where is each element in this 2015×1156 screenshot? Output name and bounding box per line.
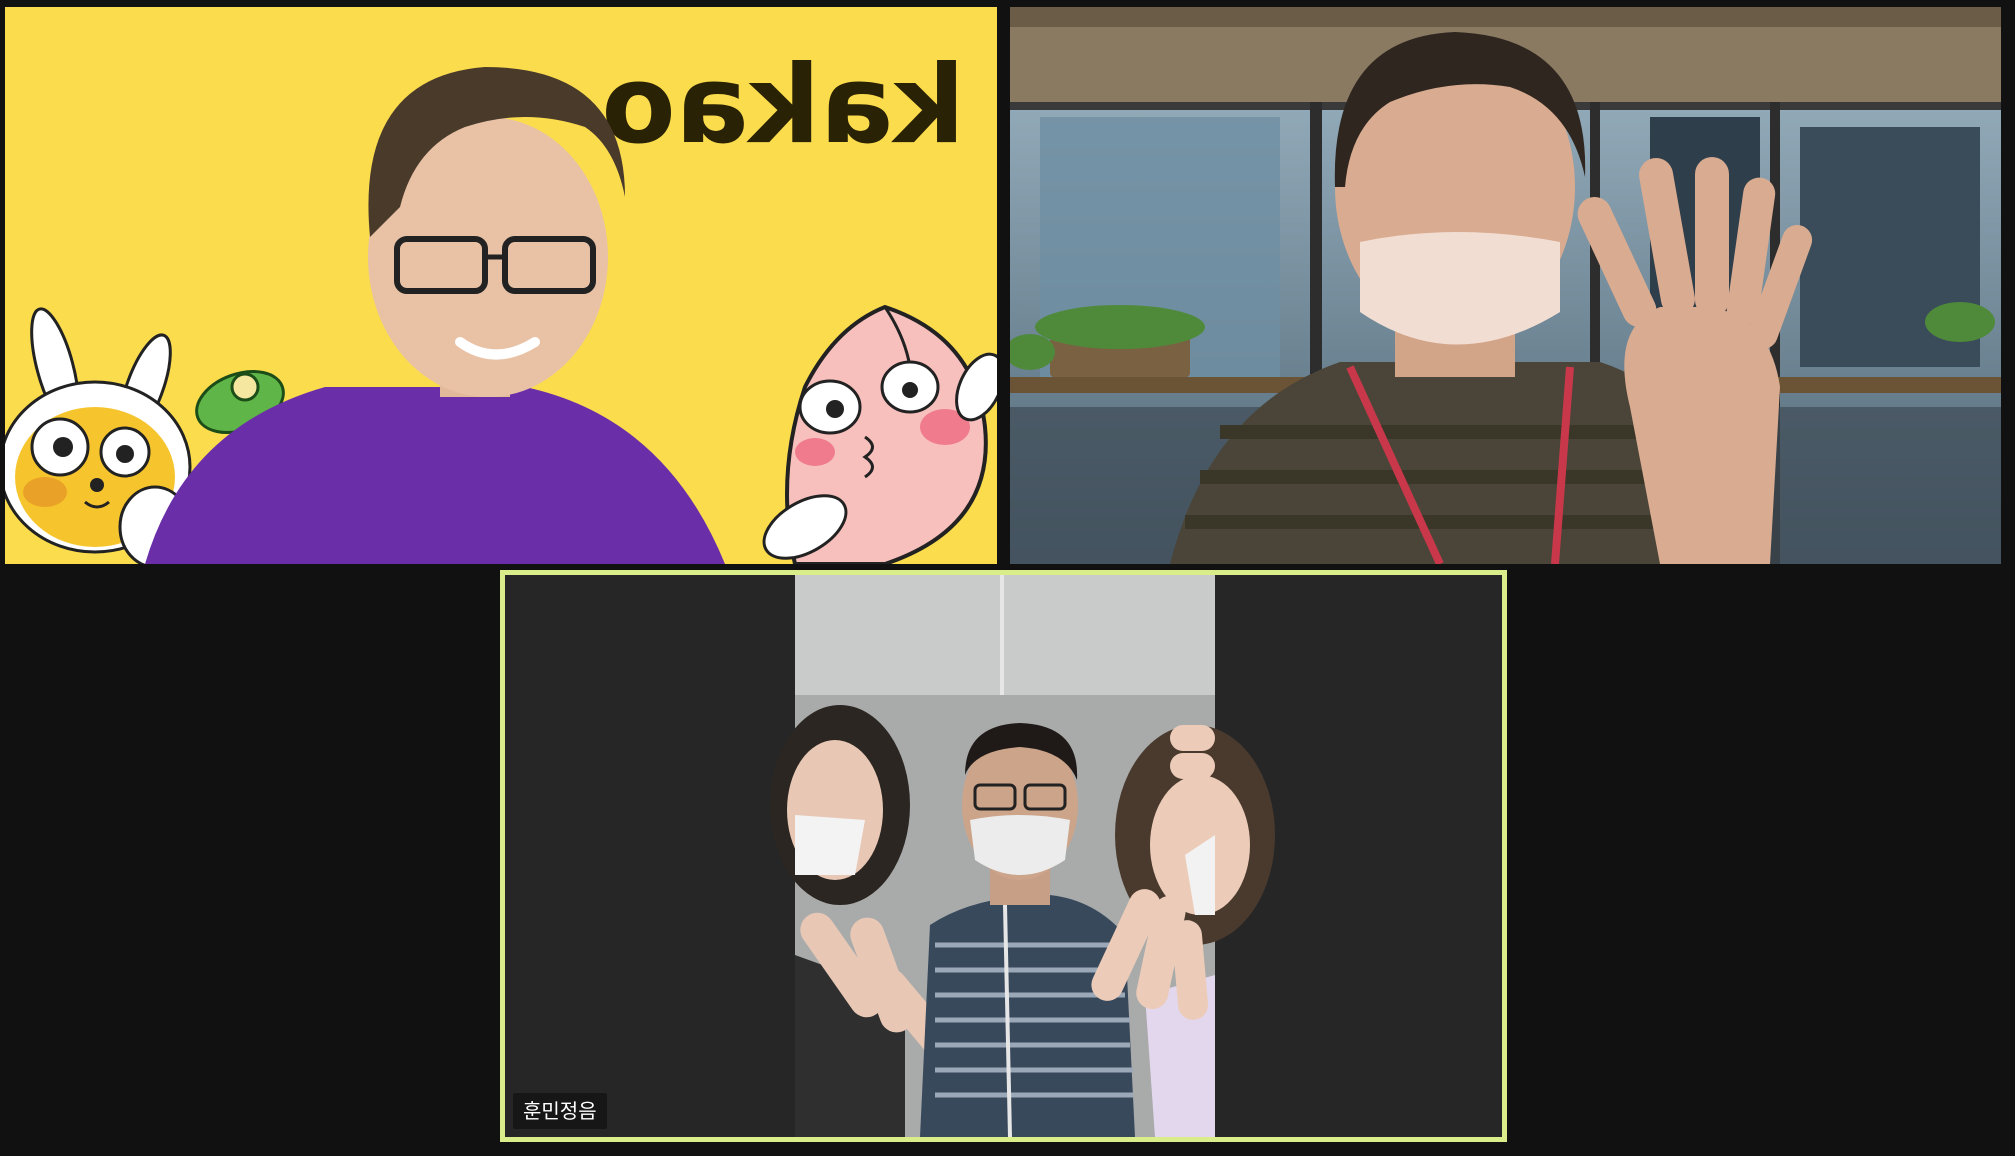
kakao-background-text: kakao (601, 43, 965, 168)
participant-video-feed-2 (1010, 7, 2001, 564)
svg-text:kakao: kakao (601, 43, 965, 168)
portrait-video-frame (770, 575, 1275, 1137)
participant-video-tile-3-active-speaker[interactable]: 훈민정음 (500, 570, 1507, 1142)
participant-video-feed-3 (505, 575, 1502, 1137)
participant-video-feed-1: kakao (5, 7, 997, 564)
participant-video-tile-2[interactable] (1010, 7, 2001, 564)
participant-name-label-3: 훈민정음 (513, 1093, 607, 1129)
participant-video-tile-1[interactable]: kakao (5, 7, 997, 564)
video-gallery: kakao 훈민정음 (0, 0, 2015, 1156)
